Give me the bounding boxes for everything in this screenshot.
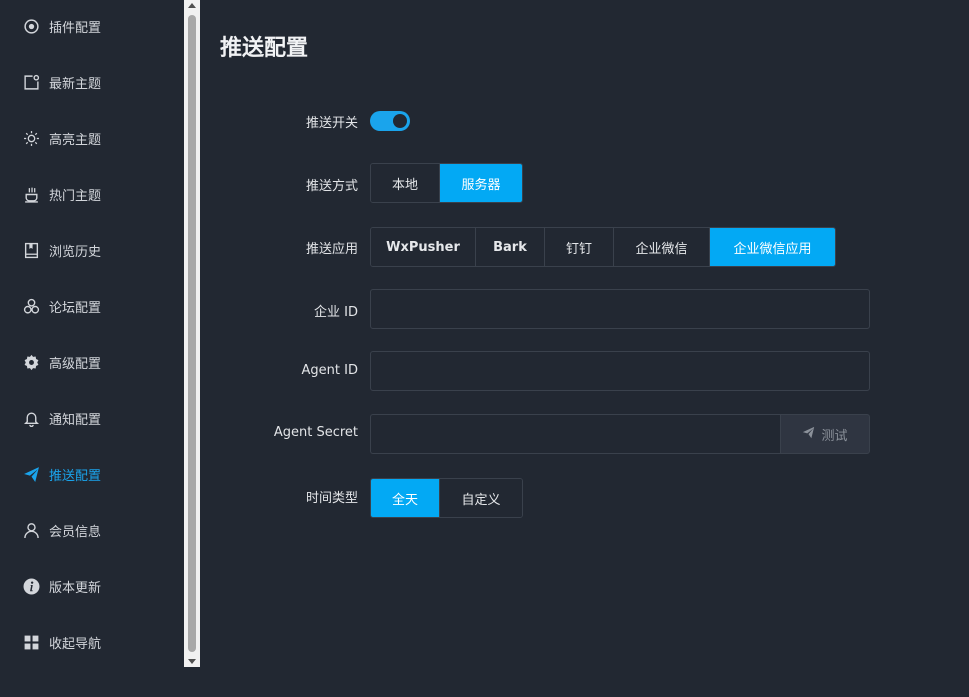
book-icon — [22, 241, 40, 259]
sun-icon — [22, 129, 40, 147]
time-type-label: 时间类型 — [305, 491, 358, 506]
push-app-option-wxpusher[interactable]: WxPusher — [371, 228, 476, 266]
sidebar-item-history[interactable]: 浏览历史 — [0, 222, 184, 278]
scroll-down-icon[interactable] — [188, 659, 196, 664]
sidebar-item-plugin-config[interactable]: 插件配置 — [0, 0, 184, 54]
sidebar-item-label: 收起导航 — [49, 636, 102, 652]
sidebar-item-member-info[interactable]: 会员信息 — [0, 502, 184, 558]
send-icon — [22, 465, 40, 483]
sidebar: 插件配置 最新主题 高亮主题 热门主题 浏览历史 论坛配置 高级配置 通知配置 … — [0, 0, 184, 697]
page-title: 推送配置 — [220, 36, 309, 61]
sidebar-item-hot-topics[interactable]: 热门主题 — [0, 166, 184, 222]
sidebar-item-label: 通知配置 — [49, 412, 102, 428]
push-app-option-wecom-app[interactable]: 企业微信应用 — [710, 228, 835, 266]
sidebar-item-label: 高亮主题 — [49, 132, 102, 148]
sidebar-item-label: 最新主题 — [49, 76, 102, 92]
agent-secret-input[interactable] — [370, 414, 780, 454]
push-switch-label: 推送开关 — [305, 116, 358, 131]
push-app-option-bark[interactable]: Bark — [476, 228, 545, 266]
sidebar-item-label: 插件配置 — [49, 20, 102, 36]
sidebar-item-label: 会员信息 — [49, 524, 102, 540]
sidebar-item-version-update[interactable]: 版本更新 — [0, 558, 184, 614]
sidebar-item-highlight-topics[interactable]: 高亮主题 — [0, 110, 184, 166]
sidebar-item-label: 热门主题 — [49, 188, 102, 204]
push-app-label: 推送应用 — [305, 242, 358, 257]
push-method-option-local[interactable]: 本地 — [371, 164, 440, 202]
sidebar-item-label: 版本更新 — [49, 580, 102, 596]
sidebar-item-notify-config[interactable]: 通知配置 — [0, 390, 184, 446]
app-root: 插件配置 最新主题 高亮主题 热门主题 浏览历史 论坛配置 高级配置 通知配置 … — [0, 0, 969, 697]
scroll-thumb[interactable] — [188, 15, 196, 652]
sidebar-item-push-config[interactable]: 推送配置 — [0, 446, 184, 502]
bell-icon — [22, 409, 40, 427]
test-button-label: 测试 — [821, 428, 848, 444]
sidebar-item-label: 推送配置 — [49, 468, 102, 484]
sidebar-item-latest-topics[interactable]: 最新主题 — [0, 54, 184, 110]
push-method-label: 推送方式 — [305, 179, 358, 194]
agent-id-input[interactable] — [370, 351, 870, 391]
push-method-segmented: 本地 服务器 — [370, 163, 523, 203]
info-icon — [22, 577, 40, 595]
push-method-option-server[interactable]: 服务器 — [440, 164, 522, 202]
user-icon — [22, 521, 40, 539]
forum-icon — [22, 297, 40, 315]
scroll-up-icon[interactable] — [188, 3, 196, 8]
sidebar-item-forum-config[interactable]: 论坛配置 — [0, 278, 184, 334]
push-app-segmented: WxPusher Bark 钉钉 企业微信 企业微信应用 — [370, 227, 836, 267]
corp-id-label: 企业 ID — [314, 305, 358, 320]
test-button[interactable]: 测试 — [780, 414, 870, 454]
sidebar-item-label: 高级配置 — [49, 356, 102, 372]
agent-id-label: Agent ID — [301, 363, 358, 378]
push-app-option-wecom[interactable]: 企业微信 — [614, 228, 710, 266]
new-topic-icon — [22, 73, 40, 91]
toggle-knob — [393, 114, 407, 128]
sidebar-item-label: 论坛配置 — [49, 300, 102, 316]
gear-icon — [22, 353, 40, 371]
push-app-option-dingtalk[interactable]: 钉钉 — [545, 228, 614, 266]
time-type-option-all-day[interactable]: 全天 — [371, 479, 440, 517]
send-icon — [802, 426, 815, 443]
sidebar-item-label: 浏览历史 — [49, 244, 102, 260]
sidebar-scrollbar[interactable] — [184, 0, 200, 667]
agent-secret-group: 测试 — [370, 414, 870, 454]
push-switch-toggle[interactable] — [370, 111, 410, 131]
agent-secret-label: Agent Secret — [273, 425, 358, 440]
corp-id-input[interactable] — [370, 289, 870, 329]
plugin-gear-icon — [22, 17, 40, 35]
sidebar-item-advanced-config[interactable]: 高级配置 — [0, 334, 184, 390]
time-type-option-custom[interactable]: 自定义 — [440, 479, 522, 517]
sidebar-item-collapse-nav[interactable]: 收起导航 — [0, 614, 184, 670]
hot-cup-icon — [22, 185, 40, 203]
time-type-segmented: 全天 自定义 — [370, 478, 523, 518]
grid-icon — [22, 633, 40, 651]
